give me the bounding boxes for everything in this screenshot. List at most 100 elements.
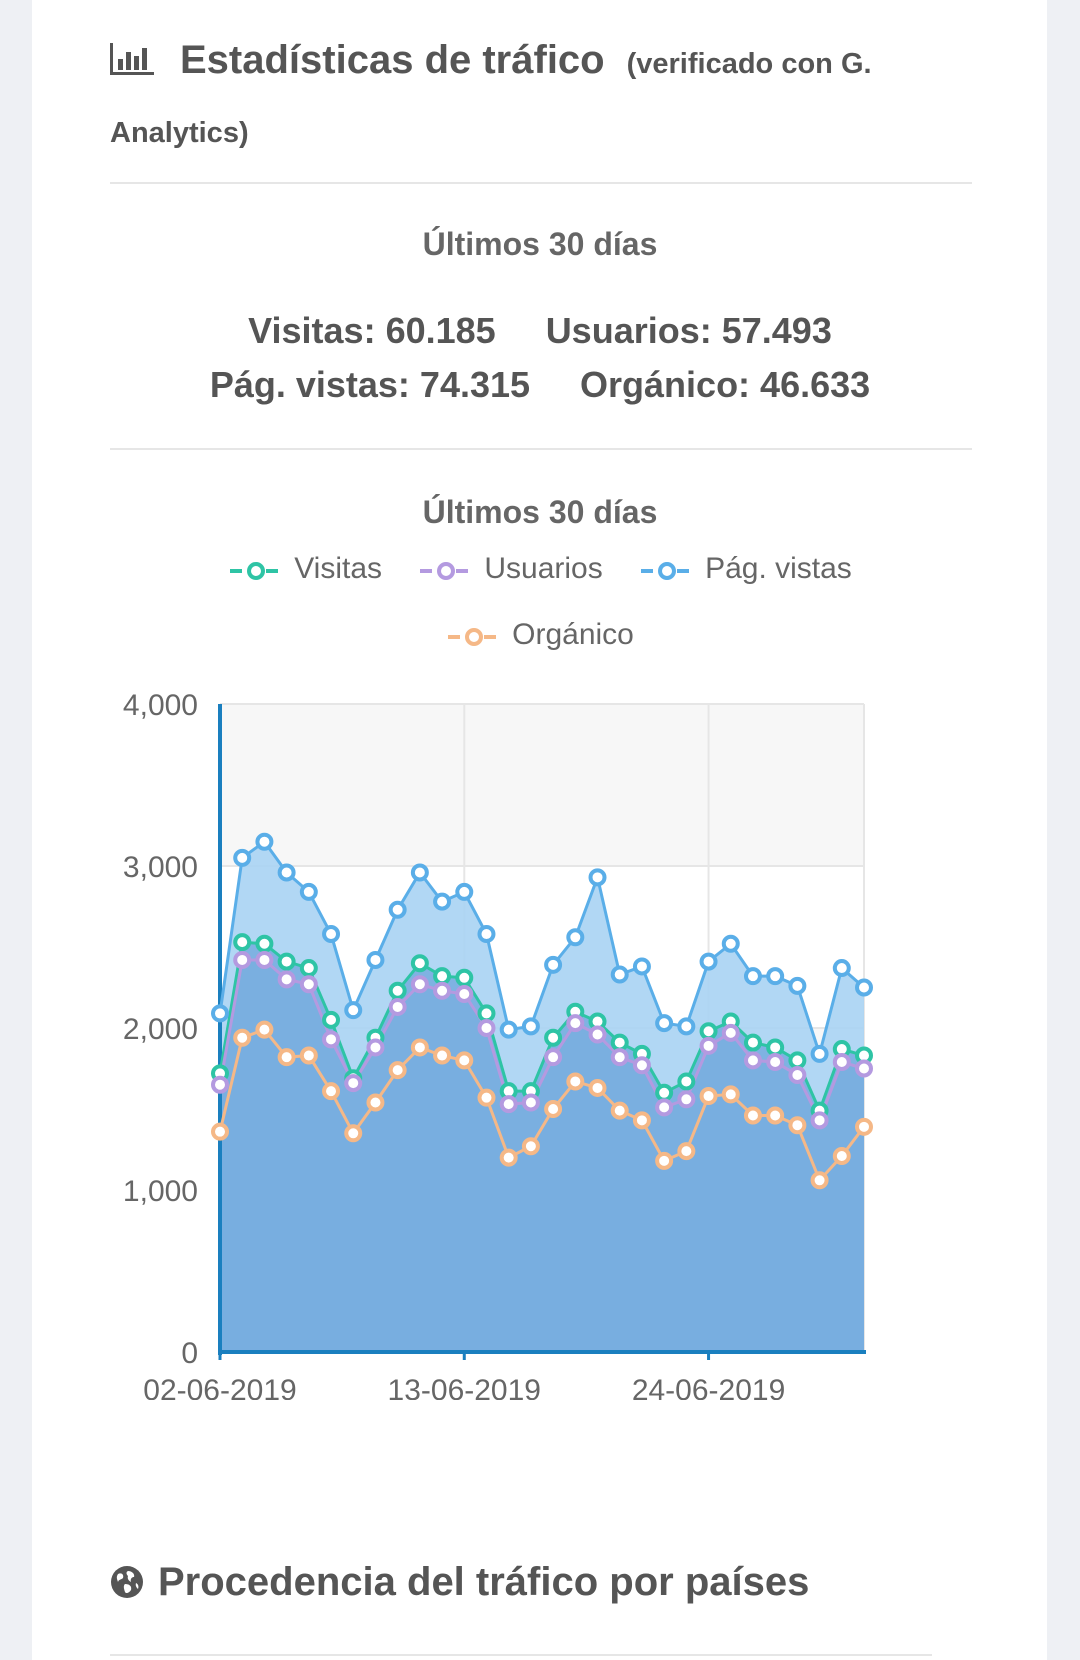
x-tick-label: 13-06-2019: [388, 1374, 541, 1400]
chart-legend-row-2: Orgánico: [0, 618, 1080, 652]
point-pag-vistas: [832, 959, 851, 978]
point-pag-vistas: [788, 976, 807, 995]
point-visitas: [410, 954, 429, 973]
point-usuarios: [832, 1053, 851, 1072]
point-organico: [366, 1093, 385, 1112]
chart-title: Últimos 30 días: [422, 494, 658, 530]
point-visitas: [788, 1051, 807, 1070]
point-pag-vistas: [388, 900, 407, 919]
point-organico: [322, 1082, 341, 1101]
point-organico: [788, 1116, 807, 1135]
point-visitas: [610, 1033, 629, 1052]
point-usuarios: [810, 1111, 829, 1130]
y-tick-label: 4,000: [123, 689, 198, 722]
point-usuarios: [299, 975, 318, 994]
legend-label: Usuarios: [484, 552, 603, 585]
point-visitas: [322, 1010, 341, 1029]
point-organico: [588, 1078, 607, 1097]
point-organico: [477, 1088, 496, 1107]
legend-item-usuarios[interactable]: Usuarios: [418, 552, 603, 586]
point-visitas: [433, 967, 452, 986]
point-usuarios: [277, 970, 296, 989]
point-usuarios: [211, 1075, 229, 1094]
point-pag-vistas: [544, 955, 563, 974]
point-usuarios: [677, 1090, 696, 1109]
point-pag-vistas: [277, 863, 296, 882]
point-pag-vistas: [810, 1044, 829, 1063]
point-organico: [699, 1087, 718, 1106]
point-usuarios: [743, 1051, 762, 1070]
y-tick-label: 1,000: [123, 1175, 198, 1208]
legend-marker-icon: [641, 562, 694, 580]
legend-item-visitas[interactable]: Visitas: [228, 552, 382, 586]
y-tick-label: 3,000: [123, 851, 198, 884]
point-organico: [544, 1100, 563, 1118]
point-organico: [388, 1061, 407, 1080]
legend-item-organico[interactable]: Orgánico: [446, 618, 634, 652]
point-visitas: [766, 1038, 785, 1057]
legend-label: Visitas: [294, 552, 383, 585]
point-usuarios: [566, 1014, 585, 1033]
point-usuarios: [699, 1036, 718, 1055]
point-usuarios: [455, 984, 474, 1003]
point-organico: [721, 1085, 740, 1104]
point-organico: [632, 1111, 651, 1130]
point-usuarios: [610, 1048, 629, 1067]
stat-organico: Orgánico: 46.633: [580, 364, 871, 405]
point-pag-vistas: [299, 882, 318, 901]
point-usuarios: [788, 1065, 807, 1084]
point-usuarios: [521, 1093, 540, 1112]
point-pag-vistas: [699, 952, 718, 971]
point-usuarios: [255, 950, 274, 969]
legend-marker-icon: [420, 562, 473, 580]
point-pag-vistas: [655, 1014, 674, 1033]
point-pag-vistas: [588, 868, 607, 887]
divider: [110, 448, 972, 450]
point-visitas: [388, 981, 407, 1000]
point-usuarios: [721, 1023, 740, 1042]
point-usuarios: [388, 997, 407, 1016]
grid-band: [220, 704, 864, 866]
legend-label: Orgánico: [512, 618, 634, 651]
point-visitas: [277, 952, 296, 971]
stats-header: Estadísticas de tráfico (verificado con G…: [110, 28, 970, 170]
point-organico: [766, 1106, 785, 1125]
legend-marker-icon: [448, 628, 501, 646]
page-title: Estadísticas de tráfico: [180, 38, 605, 82]
point-pag-vistas: [255, 832, 274, 851]
point-organico: [277, 1048, 296, 1067]
divider: [110, 1654, 932, 1656]
point-usuarios: [499, 1095, 518, 1114]
point-usuarios: [410, 975, 429, 994]
point-organico: [677, 1142, 696, 1161]
legend-label: Pág. vistas: [705, 552, 852, 585]
point-pag-vistas: [344, 1001, 363, 1020]
point-visitas: [677, 1072, 696, 1091]
point-visitas: [655, 1083, 674, 1102]
point-pag-vistas: [366, 950, 385, 969]
point-usuarios: [588, 1025, 607, 1044]
summary-period-label: Últimos 30 días: [422, 226, 658, 262]
point-organico: [299, 1046, 318, 1065]
stat-pag-vistas: Pág. vistas: 74.315: [209, 364, 531, 405]
point-pag-vistas: [322, 925, 341, 944]
point-usuarios: [766, 1053, 785, 1072]
point-visitas: [233, 933, 252, 952]
point-organico: [743, 1106, 762, 1125]
legend-marker-icon: [230, 562, 283, 580]
point-organico: [855, 1117, 873, 1136]
point-organico: [521, 1137, 540, 1156]
bar-chart-icon: [110, 43, 154, 75]
point-pag-vistas: [743, 967, 762, 986]
section-countries-title: Procedencia del tráfico por países: [110, 1560, 809, 1605]
point-organico: [655, 1151, 674, 1170]
point-pag-vistas: [521, 1017, 540, 1036]
point-usuarios: [433, 981, 452, 1000]
point-organico: [255, 1020, 274, 1039]
point-organico: [410, 1038, 429, 1057]
point-pag-vistas: [855, 978, 873, 997]
point-visitas: [544, 1028, 563, 1047]
point-visitas: [255, 934, 274, 953]
legend-item-pag-vistas[interactable]: Pág. vistas: [639, 552, 852, 586]
point-pag-vistas: [455, 882, 474, 901]
